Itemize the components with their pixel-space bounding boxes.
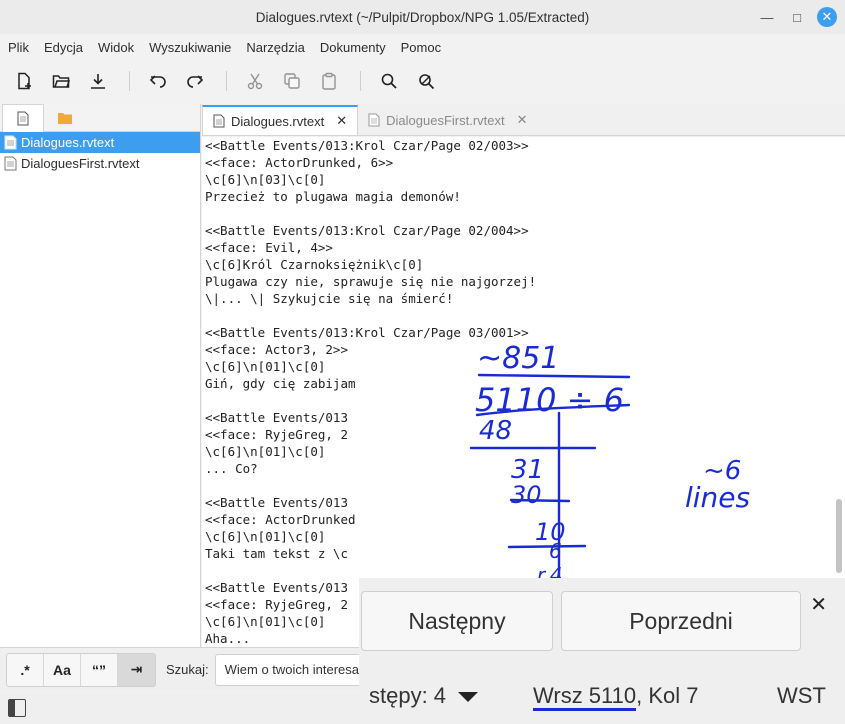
code-line: <<face: Evil, 4>> — [205, 240, 333, 255]
scrollbar-thumb[interactable] — [836, 499, 842, 573]
code-line: Plugawa czy nie, sprawuje się nie najgor… — [205, 274, 537, 289]
toolbar — [0, 62, 845, 100]
editor-lines: <<Battle Events/013:Krol Czar/Page 02/00… — [202, 137, 845, 647]
code-line: <<Battle Events/013:Krol Czar/Page 03/00… — [205, 325, 529, 340]
magnified-region: Następny Poprzedni ✕ stępy: 4 Wrsz 5110,… — [359, 578, 845, 724]
menu-bar: Plik Edycja Widok Wyszukiwanie Narzędzia… — [0, 34, 845, 60]
match-case-toggle[interactable]: Aa — [44, 653, 81, 686]
whole-word-toggle[interactable]: “” — [81, 653, 118, 686]
code-line: <<face: RyjeGreg, 2 — [205, 427, 348, 442]
menu-narzedzia[interactable]: Narzędzia — [246, 40, 313, 55]
tab-label: DialoguesFirst.rvtext — [386, 112, 505, 128]
document-tabs: Dialogues.rvtext ✕ DialoguesFirst.rvtext… — [202, 104, 845, 136]
line-number: Wrsz 5110 — [533, 683, 637, 711]
new-document-icon[interactable] — [10, 67, 38, 95]
code-line: Taki tam tekst z \c — [205, 546, 348, 561]
close-window-icon[interactable]: ✕ — [817, 7, 837, 27]
code-line: \c[6]\n[03]\c[0] — [205, 172, 326, 187]
replace-icon[interactable] — [412, 67, 440, 95]
documents-tab-icon[interactable] — [2, 104, 44, 132]
side-panel: Dialogues.rvtext DialoguesFirst.rvtext — [0, 104, 201, 647]
tab-dialogues[interactable]: Dialogues.rvtext ✕ — [202, 105, 359, 135]
filesystem-tab-icon[interactable] — [44, 104, 86, 132]
text-file-icon — [4, 135, 17, 150]
code-line: \c[6]\n[01]\c[0] — [205, 529, 326, 544]
tab-label: Dialogues.rvtext — [231, 113, 325, 129]
code-line: <<Battle Events/013 — [205, 495, 348, 510]
side-panel-tabs — [0, 104, 200, 132]
code-line: \c[6]\n[01]\c[0] — [205, 359, 326, 374]
close-tab-icon[interactable]: ✕ — [517, 112, 528, 128]
search-icon[interactable] — [375, 67, 403, 95]
file-item[interactable]: DialoguesFirst.rvtext — [0, 153, 200, 174]
menu-widok[interactable]: Widok — [98, 40, 142, 55]
code-line: \c[6]Król Czarnoksiężnik\c[0] — [205, 257, 424, 272]
search-input[interactable]: Wiem o twoich interesach — [214, 653, 375, 686]
menu-pomoc[interactable]: Pomoc — [401, 40, 449, 55]
code-line: Giń, gdy cię zabijam — [205, 376, 356, 391]
search-options: .* Aa “” ⇥ — [6, 652, 156, 687]
menu-wyszukiwanie[interactable]: Wyszukiwanie — [149, 40, 239, 55]
code-line: ... Co? — [205, 461, 258, 476]
toolbar-separator — [129, 71, 130, 91]
redo-icon[interactable] — [181, 67, 209, 95]
code-line: <<face: ActorDrunked, 6>> — [205, 155, 394, 170]
close-tab-icon[interactable]: ✕ — [336, 113, 347, 129]
copy-icon[interactable] — [278, 67, 306, 95]
code-line: \|... \| Szykujcie się na śmierć! — [205, 291, 454, 306]
tab-dialogues-first[interactable]: DialoguesFirst.rvtext ✕ — [358, 105, 537, 135]
text-file-icon — [4, 156, 17, 171]
cursor-position: Wrsz 5110, Kol 7 — [533, 683, 699, 711]
menu-dokumenty[interactable]: Dokumenty — [320, 40, 394, 55]
previous-button[interactable]: Poprzedni — [561, 591, 801, 651]
file-item-label: Dialogues.rvtext — [21, 135, 115, 150]
text-editor[interactable]: <<Battle Events/013:Krol Czar/Page 02/00… — [202, 137, 845, 647]
regex-toggle[interactable]: .* — [7, 653, 44, 686]
code-line: <<Battle Events/013 — [205, 410, 348, 425]
chevron-down-icon — [458, 692, 479, 703]
column-number: , Kol 7 — [636, 683, 699, 708]
indent-setting[interactable]: stępy: 4 — [369, 683, 479, 709]
paste-icon[interactable] — [315, 67, 343, 95]
text-file-icon — [368, 113, 380, 127]
window-controls: — □ ✕ — [757, 7, 837, 27]
code-line: <<face: ActorDrunked — [205, 512, 356, 527]
open-folder-icon[interactable] — [47, 67, 75, 95]
insert-mode: WST — [777, 683, 826, 708]
file-item[interactable]: Dialogues.rvtext — [0, 132, 200, 153]
menu-plik[interactable]: Plik — [8, 40, 37, 55]
magnified-status: stępy: 4 Wrsz 5110, Kol 7 WST — [359, 681, 845, 715]
app-window: Dialogues.rvtext (~/Pulpit/Dropbox/NPG 1… — [0, 0, 845, 724]
toolbar-separator — [360, 71, 361, 91]
file-item-label: DialoguesFirst.rvtext — [21, 156, 140, 171]
code-line: <<Battle Events/013:Krol Czar/Page 02/00… — [205, 138, 529, 153]
code-line: <<Battle Events/013:Krol Czar/Page 02/00… — [205, 223, 529, 238]
cut-icon[interactable] — [241, 67, 269, 95]
search-label: Szukaj: — [166, 662, 209, 677]
window-title: Dialogues.rvtext (~/Pulpit/Dropbox/NPG 1… — [255, 9, 590, 25]
save-download-icon[interactable] — [84, 67, 112, 95]
next-button[interactable]: Następny — [361, 591, 553, 651]
close-search-icon[interactable]: ✕ — [810, 592, 827, 617]
code-line: Przecież to plugawa magia demonów! — [205, 189, 461, 204]
menu-edycja[interactable]: Edycja — [44, 40, 91, 55]
side-panel-toggle-icon[interactable] — [8, 699, 26, 717]
minimize-icon[interactable]: — — [757, 7, 777, 27]
code-line: <<face: Actor3, 2>> — [205, 342, 348, 357]
title-bar: Dialogues.rvtext (~/Pulpit/Dropbox/NPG 1… — [0, 0, 845, 34]
wrap-around-toggle[interactable]: ⇥ — [118, 653, 155, 686]
undo-icon[interactable] — [144, 67, 172, 95]
maximize-icon[interactable]: □ — [787, 7, 807, 27]
toolbar-separator — [226, 71, 227, 91]
code-line: \c[6]\n[01]\c[0] — [205, 444, 326, 459]
text-file-icon — [213, 114, 225, 128]
